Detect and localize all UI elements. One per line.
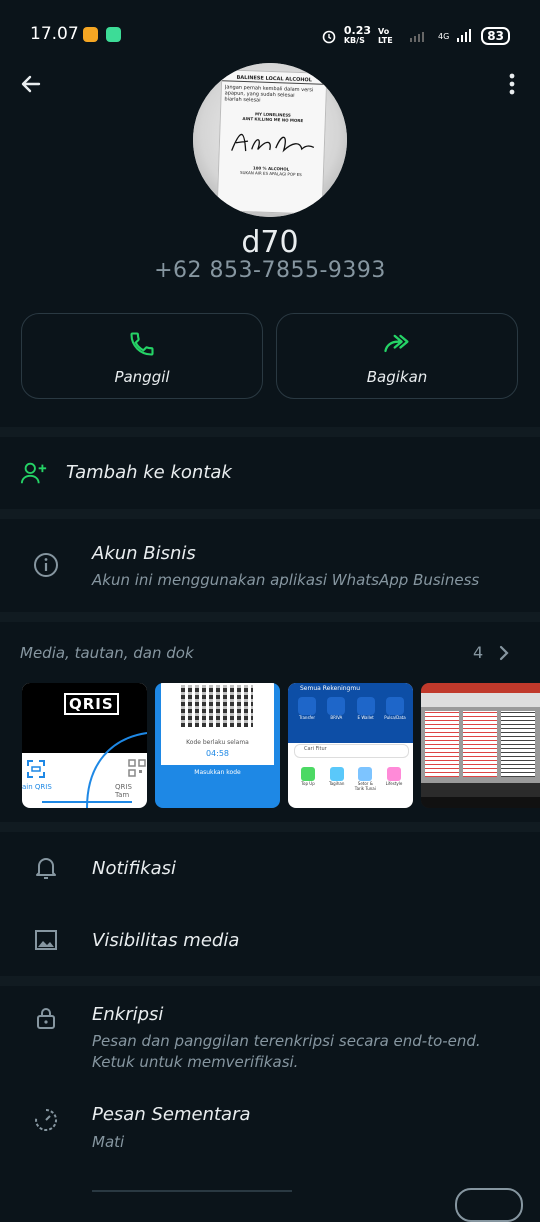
image-icon: [35, 930, 57, 950]
network-gen: 4G: [438, 31, 450, 41]
notifications-label: Notifikasi: [92, 858, 176, 879]
bank-item-pulsa: Pulsa/Data: [384, 715, 406, 720]
notification-app-icon: [83, 27, 98, 42]
media-thumb[interactable]: Kode berlaku selama 04:58 Masukkan kode: [155, 683, 280, 808]
media-thumb[interactable]: Semua Rekeningmu Transfer BRIVA E Wallet…: [288, 683, 413, 808]
bell-icon-wrap: [32, 854, 60, 882]
image-icon-wrap: [32, 926, 60, 954]
disappearing-title: Pesan Sementara: [92, 1104, 251, 1125]
signature-graphic: [231, 133, 315, 153]
battery-indicator: 83: [481, 27, 510, 45]
volte-label: Vo LTE: [378, 27, 393, 45]
notifications-row[interactable]: Notifikasi: [0, 832, 540, 904]
info-icon: [34, 553, 58, 577]
photo-text-0: BALINESE LOCAL ALCOHOL: [222, 74, 327, 85]
net-speed: 0.23: [343, 24, 371, 37]
status-indicators: 0.23 KB/S Vo LTE 4G 83: [321, 24, 510, 46]
doc-page: [463, 711, 497, 777]
status-time: 17.07: [30, 24, 79, 44]
chevron-right-icon[interactable]: [496, 644, 512, 662]
section-divider: [0, 509, 540, 519]
share-button[interactable]: Bagikan: [276, 313, 518, 399]
bank-item2-tagihan: Tagihan: [328, 781, 345, 786]
qr-valid-text: Kode berlaku selama: [186, 739, 249, 746]
alarm-icon: [322, 30, 336, 44]
contact-name: d70: [241, 225, 299, 260]
add-person-icon: [20, 462, 47, 484]
arrow-left-icon: [21, 75, 41, 93]
profile-photo[interactable]: BALINESE LOCAL ALCOHOL Jangan pernah kem…: [193, 63, 347, 217]
add-contact-label: Tambah ke kontak: [66, 462, 232, 483]
call-label: Panggil: [114, 368, 170, 386]
lock-icon-wrap: [32, 1004, 60, 1032]
timer-icon: [35, 1108, 58, 1131]
section-divider: [0, 822, 540, 832]
encryption-row[interactable]: Enkripsi Pesan dan panggilan terenkripsi…: [0, 986, 540, 1084]
encryption-title: Enkripsi: [92, 1004, 164, 1025]
disappearing-messages-row[interactable]: Pesan Sementara Mati: [0, 1084, 540, 1174]
doc-page: [501, 711, 535, 777]
business-account-row[interactable]: Akun Bisnis Akun ini menggunakan aplikas…: [0, 519, 540, 612]
doc-page: [425, 711, 459, 777]
media-count: 4: [473, 643, 484, 662]
add-contact-row[interactable]: Tambah ke kontak: [0, 437, 540, 509]
media-thumb[interactable]: QRIS ain QRIS QRIS Tam: [22, 683, 147, 808]
qr-footer: Masukkan kode: [194, 769, 241, 776]
bell-icon: [36, 858, 56, 879]
section-divider: [0, 427, 540, 437]
add-person-icon-wrap: [20, 459, 48, 487]
bank-item2-setor: Setor & Tarik Tunai: [354, 781, 376, 791]
bank-item-briva: BRIVA: [330, 715, 343, 720]
encryption-subtitle-1: Pesan dan panggilan terenkripsi secara e…: [92, 1032, 481, 1050]
info-icon-wrap: [32, 551, 60, 579]
media-visibility-label: Visibilitas media: [92, 930, 240, 951]
status-bar: 17.07 0.23 KB/S Vo LTE 4G 83: [0, 0, 540, 60]
media-visibility-row[interactable]: Visibilitas media: [0, 904, 540, 976]
bank-item2-topup: Top Up: [301, 781, 315, 786]
media-thumb[interactable]: [421, 683, 540, 808]
encryption-subtitle-2: Ketuk untuk memverifikasi.: [92, 1053, 299, 1071]
media-title[interactable]: Media, tautan, dan dok: [20, 644, 194, 662]
back-button[interactable]: [15, 68, 47, 100]
more-options-button[interactable]: [496, 68, 528, 100]
more-vertical-icon: [509, 73, 515, 95]
section-divider: [0, 976, 540, 986]
lock-icon: [37, 1008, 55, 1029]
disappearing-subtitle: Mati: [92, 1133, 125, 1151]
qris-curve: [42, 732, 147, 808]
bank-search: Cari Fitur: [304, 746, 327, 752]
bank-item-transfer: Transfer: [298, 715, 316, 720]
message-app-icon: [106, 27, 121, 42]
bank-item2-lifestyle: Lifestyle: [385, 781, 403, 786]
qr-timer: 04:58: [205, 749, 230, 758]
business-subtitle: Akun ini menggunakan aplikasi WhatsApp B…: [92, 571, 480, 589]
signal-icon-2: [457, 29, 472, 42]
timer-icon-wrap: [32, 1106, 60, 1134]
share-label: Bagikan: [366, 368, 428, 386]
signal-icon: [410, 32, 424, 42]
bank-item-ewallet: E Wallet: [357, 715, 374, 720]
next-row-peek: [92, 1190, 452, 1200]
section-divider: [0, 612, 540, 622]
toggle-switch[interactable]: [455, 1188, 523, 1222]
phone-icon: [130, 332, 154, 356]
bank-header: Semua Rekeningmu: [300, 685, 361, 692]
forward-icon: [384, 334, 409, 353]
business-title: Akun Bisnis: [92, 543, 196, 564]
call-button[interactable]: Panggil: [21, 313, 263, 399]
net-unit: KB/S: [343, 36, 365, 45]
contact-phone: +62 853-7855-9393: [154, 258, 386, 283]
